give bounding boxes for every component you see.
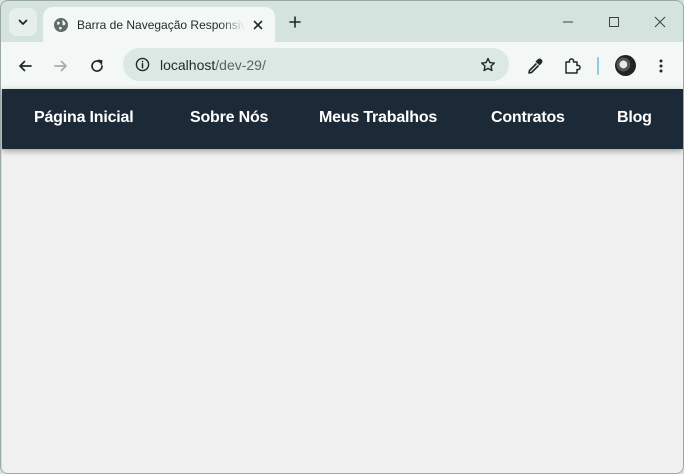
forward-button[interactable] (47, 52, 75, 80)
chevron-down-icon (18, 19, 28, 25)
eyedropper-button[interactable] (521, 52, 549, 80)
bookmark-button[interactable] (477, 54, 499, 76)
avatar[interactable] (615, 55, 636, 76)
browser-tab[interactable]: Barra de Navegação Responsiva (43, 7, 275, 42)
star-icon (481, 57, 495, 72)
globe-icon (54, 17, 68, 32)
url-host: localhost (160, 57, 216, 73)
eyedropper-icon (528, 58, 543, 74)
toolbar-divider (597, 57, 599, 75)
address-bar[interactable]: localhost/dev-29/ (123, 48, 509, 81)
browser-toolbar: localhost/dev-29/ (1, 42, 683, 89)
tab-strip: Barra de Navegação Responsiva (1, 1, 683, 42)
minimize-icon (563, 21, 573, 23)
tab-close-button[interactable] (249, 16, 267, 34)
puzzle-icon (565, 58, 581, 74)
nav-item-contratos[interactable]: Contratos (491, 109, 565, 127)
browser-window: Barra de Navegação Responsiva localhost/… (0, 0, 684, 474)
kebab-menu-icon (659, 59, 663, 73)
tab-search-button[interactable] (9, 8, 37, 36)
menu-button[interactable] (647, 52, 675, 80)
arrow-right-icon (54, 60, 67, 72)
navbar: Página Inicial Sobre Nós Meus Trabalhos … (2, 89, 683, 149)
maximize-icon (609, 17, 619, 27)
arrow-left-icon (19, 60, 32, 72)
plus-icon (289, 16, 301, 28)
extensions-button[interactable] (558, 52, 586, 80)
nav-item-meus-trabalhos[interactable]: Meus Trabalhos (319, 109, 437, 127)
url-path: /dev-29/ (215, 57, 266, 73)
new-tab-button[interactable] (283, 10, 307, 34)
tab-title: Barra de Navegação Responsiva (77, 17, 245, 32)
nav-item-pagina-inicial[interactable]: Página Inicial (34, 109, 134, 127)
close-icon (654, 16, 666, 28)
nav-item-blog[interactable]: Blog (617, 109, 652, 127)
url-text[interactable]: localhost/dev-29/ (160, 57, 266, 73)
back-button[interactable] (11, 52, 39, 80)
nav-item-sobre-nos[interactable]: Sobre Nós (190, 109, 268, 127)
maximize-button[interactable] (600, 9, 628, 35)
site-info-button[interactable] (129, 51, 156, 78)
close-icon (253, 20, 263, 29)
minimize-button[interactable] (554, 9, 582, 35)
reload-button[interactable] (83, 52, 111, 80)
info-icon (135, 57, 150, 72)
page-viewport: Página Inicial Sobre Nós Meus Trabalhos … (2, 89, 683, 473)
close-window-button[interactable] (646, 9, 674, 35)
reload-icon (91, 59, 103, 72)
